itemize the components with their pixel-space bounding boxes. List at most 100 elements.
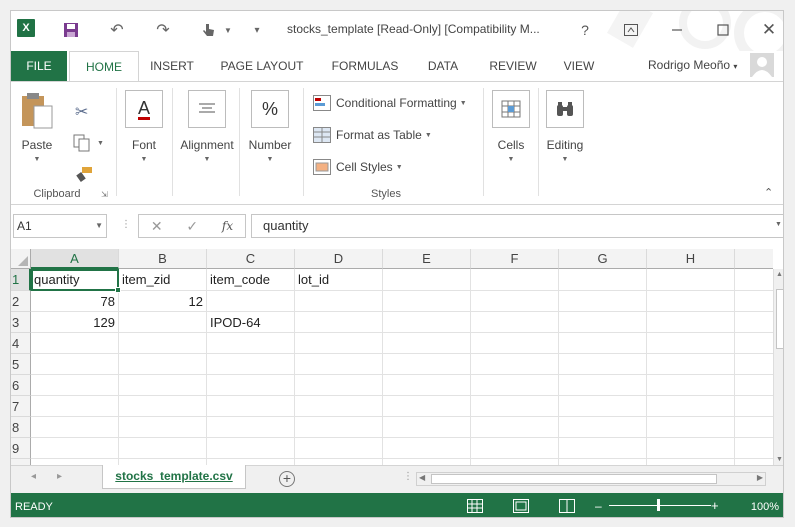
cell-e9[interactable] xyxy=(383,438,471,459)
cell-e7[interactable] xyxy=(383,396,471,417)
cell-f5[interactable] xyxy=(471,354,559,375)
cell-c8[interactable] xyxy=(207,417,295,438)
help-button[interactable]: ? xyxy=(571,17,599,43)
undo-icon[interactable]: ↶ xyxy=(105,18,129,42)
cut-icon[interactable]: ✂ xyxy=(75,102,88,122)
vertical-scrollbar[interactable]: ▲ ▼ xyxy=(773,269,783,465)
cell-d1[interactable]: lot_id xyxy=(295,269,383,291)
cell-i2[interactable] xyxy=(735,291,773,312)
cell-g9[interactable] xyxy=(559,438,647,459)
cell-f2[interactable] xyxy=(471,291,559,312)
copy-icon[interactable] xyxy=(73,134,91,155)
column-header-h[interactable]: H xyxy=(647,249,735,269)
cell-b6[interactable] xyxy=(119,375,207,396)
cell-i8[interactable] xyxy=(735,417,773,438)
horizontal-scrollbar[interactable]: ◀ ▶ xyxy=(416,472,766,486)
enter-icon[interactable]: ✓ xyxy=(186,218,198,235)
insert-function-icon[interactable]: fx xyxy=(222,219,233,233)
expand-formula-bar-icon[interactable]: ▼ xyxy=(775,221,782,228)
clipboard-launcher-icon[interactable]: ⇲ xyxy=(101,190,108,199)
customize-quick-access-icon[interactable]: ▾ xyxy=(245,18,269,42)
cells-button[interactable]: Cells ▼ xyxy=(485,90,537,163)
paste-button[interactable]: Paste ▼ xyxy=(17,90,57,163)
cell-c3[interactable]: IPOD-64 xyxy=(207,312,295,333)
cell-b5[interactable] xyxy=(119,354,207,375)
cell-d5[interactable] xyxy=(295,354,383,375)
cell-h4[interactable] xyxy=(647,333,735,354)
number-button[interactable]: % Number ▼ xyxy=(241,90,299,163)
cell-e5[interactable] xyxy=(383,354,471,375)
redo-icon[interactable]: ↷ xyxy=(151,18,175,42)
tab-data[interactable]: DATA xyxy=(421,51,465,81)
cell-g5[interactable] xyxy=(559,354,647,375)
row-header-4[interactable]: 4 xyxy=(11,333,31,354)
column-header-partial[interactable] xyxy=(735,249,773,269)
cell-c7[interactable] xyxy=(207,396,295,417)
row-header-9[interactable]: 9 xyxy=(11,438,31,459)
cell-g3[interactable] xyxy=(559,312,647,333)
cell-b9[interactable] xyxy=(119,438,207,459)
zoom-slider[interactable] xyxy=(609,505,711,506)
cell-f8[interactable] xyxy=(471,417,559,438)
cell-g2[interactable] xyxy=(559,291,647,312)
cell-b4[interactable] xyxy=(119,333,207,354)
cell-h7[interactable] xyxy=(647,396,735,417)
cell-h5[interactable] xyxy=(647,354,735,375)
fill-handle[interactable] xyxy=(115,287,121,293)
cell-h1[interactable] xyxy=(647,269,735,291)
cell-h9[interactable] xyxy=(647,438,735,459)
cell-b1[interactable]: item_zid xyxy=(119,269,207,291)
cell-h8[interactable] xyxy=(647,417,735,438)
select-all-corner[interactable] xyxy=(11,249,31,269)
prev-sheet-icon[interactable]: ◂ xyxy=(31,471,36,482)
column-header-g[interactable]: G xyxy=(559,249,647,269)
cell-f7[interactable] xyxy=(471,396,559,417)
cell-a3[interactable]: 129 xyxy=(31,312,119,333)
touch-dropdown-icon[interactable]: ▼ xyxy=(216,18,240,42)
minimize-icon[interactable] xyxy=(663,17,691,43)
cell-f3[interactable] xyxy=(471,312,559,333)
cell-h3[interactable] xyxy=(647,312,735,333)
cell-b8[interactable] xyxy=(119,417,207,438)
tab-file[interactable]: FILE xyxy=(11,51,67,81)
editing-button[interactable]: Editing ▼ xyxy=(541,90,589,163)
cell-c9[interactable] xyxy=(207,438,295,459)
cell-a2[interactable]: 78 xyxy=(31,291,119,312)
column-header-f[interactable]: F xyxy=(471,249,559,269)
cell-f6[interactable] xyxy=(471,375,559,396)
cell-h6[interactable] xyxy=(647,375,735,396)
cell-i1[interactable] xyxy=(735,269,773,291)
zoom-in-icon[interactable]: + xyxy=(711,498,719,513)
cell-e1[interactable] xyxy=(383,269,471,291)
cell-styles-button[interactable]: Cell Styles ▼ xyxy=(313,156,403,178)
cell-e2[interactable] xyxy=(383,291,471,312)
cell-a7[interactable] xyxy=(31,396,119,417)
cell-c1[interactable]: item_code xyxy=(207,269,295,291)
row-header-2[interactable]: 2 xyxy=(11,291,31,312)
tab-view[interactable]: VIEW xyxy=(559,51,599,81)
zoom-out-icon[interactable]: – xyxy=(595,499,602,513)
save-icon[interactable] xyxy=(59,18,83,42)
row-header-5[interactable]: 5 xyxy=(11,354,31,375)
scroll-down-icon[interactable]: ▼ xyxy=(776,456,783,463)
cell-g8[interactable] xyxy=(559,417,647,438)
conditional-formatting-button[interactable]: Conditional Formatting ▼ xyxy=(313,92,467,114)
cell-f4[interactable] xyxy=(471,333,559,354)
ribbon-display-options-icon[interactable] xyxy=(617,17,645,43)
cell-d4[interactable] xyxy=(295,333,383,354)
cell-a5[interactable] xyxy=(31,354,119,375)
formula-input[interactable]: quantity xyxy=(251,214,783,238)
column-header-a[interactable]: A xyxy=(31,249,119,269)
cell-d6[interactable] xyxy=(295,375,383,396)
cell-d7[interactable] xyxy=(295,396,383,417)
format-painter-icon[interactable] xyxy=(75,166,93,185)
cell-b3[interactable] xyxy=(119,312,207,333)
sheet-tab-stocks-template[interactable]: stocks_template.csv xyxy=(102,465,246,489)
font-button[interactable]: A Font ▼ xyxy=(121,90,167,163)
scroll-up-icon[interactable]: ▲ xyxy=(776,271,783,278)
cell-i5[interactable] xyxy=(735,354,773,375)
row-header-3[interactable]: 3 xyxy=(11,312,31,333)
cell-c4[interactable] xyxy=(207,333,295,354)
column-header-d[interactable]: D xyxy=(295,249,383,269)
column-header-e[interactable]: E xyxy=(383,249,471,269)
